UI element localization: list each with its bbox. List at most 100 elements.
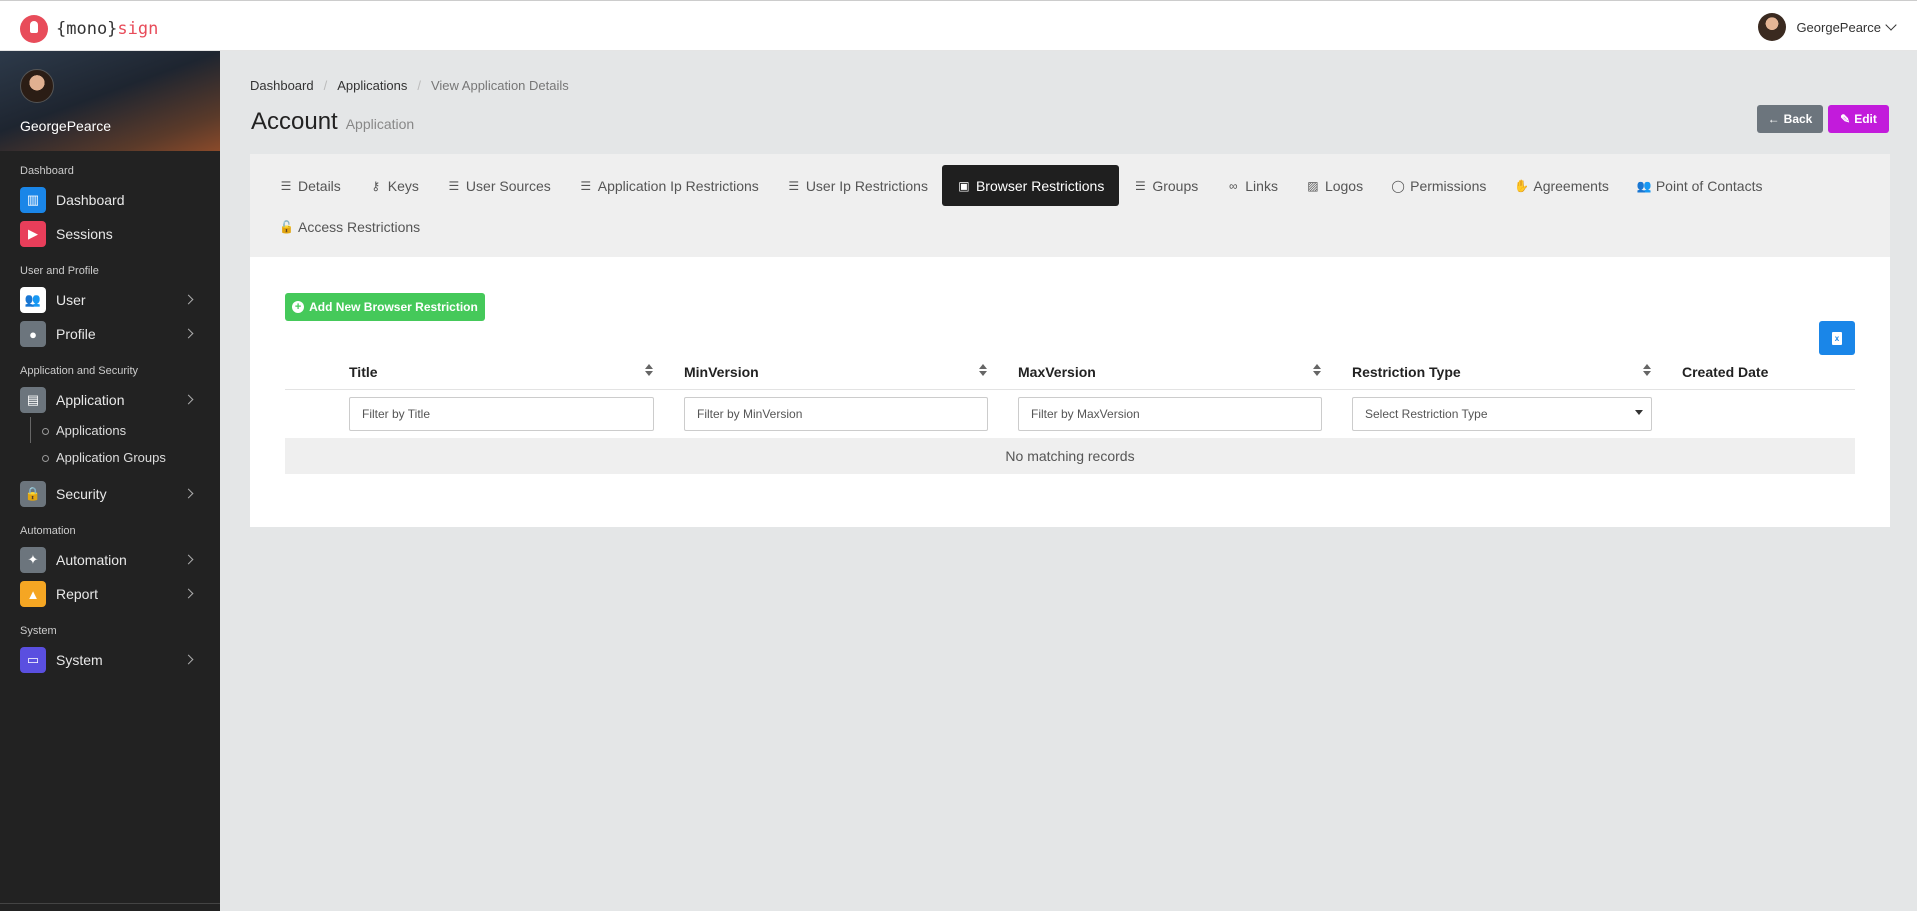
monosign-logo[interactable]: {mono}sign bbox=[20, 15, 158, 43]
avatar bbox=[1758, 13, 1787, 41]
key-icon: ⚷ bbox=[371, 178, 381, 193]
users-icon: 👥 bbox=[1636, 178, 1652, 193]
sidebar-item-report[interactable]: ▲ Report bbox=[0, 577, 220, 611]
sidebar-item-user[interactable]: 👥 User bbox=[0, 283, 220, 317]
tab-user-ip-restrictions[interactable]: ☰ User Ip Restrictions bbox=[773, 165, 942, 206]
lock-icon: 🔒 bbox=[20, 481, 46, 507]
caret-down-icon bbox=[1635, 410, 1643, 415]
sidebar-username[interactable]: GeorgePearce bbox=[20, 118, 111, 134]
empty-table-message: No matching records bbox=[285, 438, 1855, 474]
chevron-right-icon bbox=[183, 394, 194, 405]
minversion-filter-input[interactable]: Filter by MinVersion bbox=[684, 397, 988, 431]
sidebar-item-sessions[interactable]: ▶ Sessions bbox=[0, 217, 220, 251]
section-app-security: Application and Security bbox=[20, 365, 139, 377]
add-button-label: Add New Browser Restriction bbox=[309, 300, 478, 314]
magic-wand-icon: ✦ bbox=[20, 547, 46, 573]
tab-label: Access Restrictions bbox=[298, 218, 421, 235]
edit-button[interactable]: ✎ Edit bbox=[1828, 105, 1889, 133]
sort-icon[interactable] bbox=[1312, 363, 1322, 377]
column-header-restriction-type[interactable]: Restriction Type bbox=[1352, 364, 1461, 380]
table-header: Title MinVersion MaxVersion Restriction … bbox=[285, 354, 1855, 390]
tab-label: User Sources bbox=[465, 177, 551, 194]
column-header-title[interactable]: Title bbox=[349, 364, 378, 380]
column-header-maxversion[interactable]: MaxVersion bbox=[1018, 364, 1096, 380]
section-user-profile: User and Profile bbox=[20, 265, 99, 277]
chevron-right-icon bbox=[183, 328, 194, 339]
title-filter-input[interactable]: Filter by Title bbox=[349, 397, 654, 431]
tab-label: Agreements bbox=[1533, 177, 1609, 194]
breadcrumb-applications[interactable]: Applications bbox=[337, 78, 407, 93]
application-details-card: ☰ Details ⚷ Keys ☰ User Sources ☰ Application I… bbox=[250, 154, 1890, 527]
chart-icon: ▥ bbox=[20, 187, 46, 213]
page-title-text: Account bbox=[251, 108, 338, 135]
breadcrumb-current: View Application Details bbox=[430, 78, 569, 93]
top-bar: {mono}sign GeorgePearce bbox=[0, 0, 1917, 51]
tab-browser-restrictions[interactable]: ▣ Browser Restrictions bbox=[941, 165, 1120, 206]
play-icon: ▶ bbox=[20, 221, 46, 247]
export-excel-button[interactable]: x bbox=[1819, 321, 1855, 355]
sidebar-item-label: Report bbox=[56, 586, 99, 602]
column-header-minversion[interactable]: MinVersion bbox=[684, 364, 759, 380]
sidebar-item-system[interactable]: ▭ System bbox=[0, 643, 220, 677]
handshake-icon: ✋ bbox=[1514, 178, 1530, 193]
arrow-left-icon: ← bbox=[1767, 112, 1780, 126]
monitor-icon: ▭ bbox=[20, 647, 46, 673]
plus-circle-icon: + bbox=[292, 301, 305, 313]
tab-user-sources[interactable]: ☰ User Sources bbox=[433, 165, 565, 206]
user-menu[interactable]: GeorgePearce bbox=[1758, 13, 1897, 41]
sort-icon[interactable] bbox=[1642, 363, 1652, 377]
sidebar-avatar[interactable] bbox=[20, 69, 54, 103]
tabs-bar: ☰ Details ⚷ Keys ☰ User Sources ☰ Application I… bbox=[250, 154, 1890, 257]
users-icon: 👥 bbox=[20, 287, 46, 313]
maxversion-filter-input[interactable]: Filter by MaxVersion bbox=[1018, 397, 1322, 431]
page-title: Account Application bbox=[251, 108, 414, 136]
tab-label: Point of Contacts bbox=[1655, 177, 1763, 194]
sidebar-item-security[interactable]: 🔒 Security bbox=[0, 477, 220, 511]
sidebar-item-label: Sessions bbox=[56, 226, 113, 242]
add-browser-restriction-button[interactable]: + Add New Browser Restriction bbox=[285, 293, 485, 321]
tab-application-ip-restrictions[interactable]: ☰ Application Ip Restrictions bbox=[565, 165, 773, 206]
sidebar-item-profile[interactable]: ● Profile bbox=[0, 317, 220, 351]
browser-restrictions-table: Title MinVersion MaxVersion Restriction … bbox=[285, 354, 1855, 474]
column-header-created-date[interactable]: Created Date bbox=[1682, 364, 1768, 380]
edit-icon: ✎ bbox=[1840, 112, 1851, 126]
tab-details[interactable]: ☰ Details bbox=[265, 165, 355, 206]
sidebar-item-application[interactable]: ▤ Application bbox=[0, 383, 220, 417]
sort-icon[interactable] bbox=[644, 363, 654, 377]
tab-label: Permissions bbox=[1410, 177, 1487, 194]
sidebar-item-dashboard[interactable]: ▥ Dashboard bbox=[0, 183, 220, 217]
tab-logos[interactable]: ▨ Logos bbox=[1292, 165, 1377, 206]
sidebar-subitem-application-groups[interactable]: Application Groups bbox=[42, 444, 220, 471]
tab-label: Application Ip Restrictions bbox=[597, 177, 759, 194]
sidebar-item-automation[interactable]: ✦ Automation bbox=[0, 543, 220, 577]
images-icon: ▨ bbox=[1307, 178, 1319, 193]
section-system: System bbox=[20, 625, 57, 637]
back-button[interactable]: ← Back bbox=[1757, 105, 1823, 133]
breadcrumb: Dashboard / Applications / View Applicat… bbox=[250, 78, 569, 93]
area-chart-icon: ▲ bbox=[20, 581, 46, 607]
link-icon: ∞ bbox=[1228, 178, 1238, 193]
tab-point-of-contacts[interactable]: 👥 Point of Contacts bbox=[1623, 165, 1777, 206]
tab-label: Details bbox=[298, 177, 341, 194]
tab-access-restrictions[interactable]: 🔓 Access Restrictions bbox=[265, 206, 434, 247]
breadcrumb-dashboard[interactable]: Dashboard bbox=[250, 78, 314, 93]
sort-icon[interactable] bbox=[978, 363, 988, 377]
tab-groups[interactable]: ☰ Groups bbox=[1119, 165, 1212, 206]
user-menu-name: GeorgePearce bbox=[1796, 19, 1881, 35]
tab-label: Keys bbox=[387, 177, 419, 194]
filter-row: Filter by Title Filter by MinVersion Fil… bbox=[285, 390, 1855, 438]
sidebar-item-label: Automation bbox=[56, 552, 127, 568]
tab-label: Groups bbox=[1152, 177, 1199, 194]
tab-agreements[interactable]: ✋ Agreements bbox=[1500, 165, 1622, 206]
tab-links[interactable]: ∞ Links bbox=[1212, 165, 1292, 206]
back-button-label: Back bbox=[1783, 112, 1813, 126]
chevron-down-icon bbox=[1885, 19, 1897, 31]
list-icon: ☰ bbox=[448, 178, 460, 193]
sidebar-subitem-applications[interactable]: Applications bbox=[42, 417, 220, 444]
sidebar-item-label: System bbox=[56, 652, 103, 668]
restriction-type-select[interactable]: Select Restriction Type bbox=[1352, 397, 1652, 431]
edit-button-label: Edit bbox=[1854, 112, 1877, 126]
chevron-right-icon bbox=[183, 294, 194, 305]
tab-permissions[interactable]: ◯ Permissions bbox=[1377, 165, 1500, 206]
tab-keys[interactable]: ⚷ Keys bbox=[355, 165, 433, 206]
